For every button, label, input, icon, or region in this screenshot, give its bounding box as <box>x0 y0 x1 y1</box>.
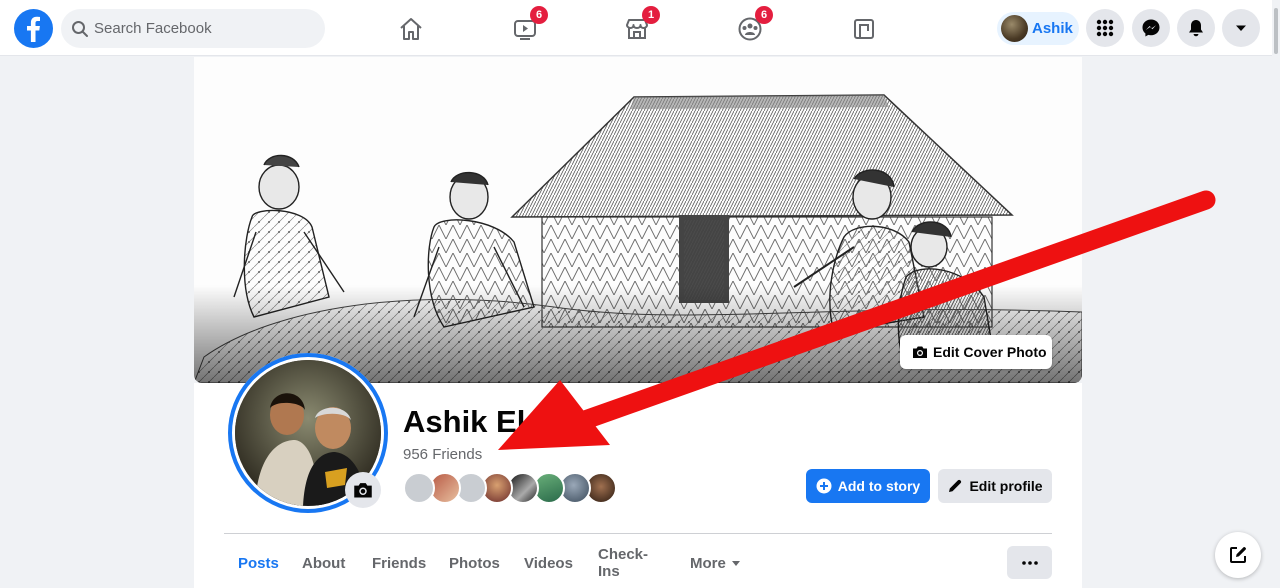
caret-down-icon <box>1236 25 1246 31</box>
nav-groups-button[interactable]: 6 <box>733 6 773 46</box>
tab-friends[interactable]: Friends <box>372 546 426 580</box>
caret-down-icon <box>731 560 740 566</box>
add-to-story-label: Add to story <box>837 478 921 494</box>
nav-marketplace-button[interactable]: 1 <box>620 6 660 46</box>
menu-button[interactable] <box>1086 9 1124 47</box>
header-divider <box>224 533 1052 534</box>
tab-check-ins[interactable]: Check-Ins <box>598 546 648 580</box>
nav-watch-button[interactable]: 6 <box>508 6 548 46</box>
profile-shortcut[interactable]: Ashik <box>997 12 1079 45</box>
account-dropdown-button[interactable] <box>1222 9 1260 47</box>
edit-profile-button[interactable]: Edit profile <box>938 469 1052 503</box>
scrollbar-thumb[interactable] <box>1274 8 1278 54</box>
edit-cover-photo-button[interactable]: Edit Cover Photo <box>900 335 1052 369</box>
plus-circle-icon <box>816 478 832 494</box>
page-scrollbar[interactable] <box>1272 0 1280 588</box>
notifications-button[interactable] <box>1177 9 1215 47</box>
tab-posts[interactable]: Posts <box>238 546 279 580</box>
bell-icon <box>1189 20 1203 37</box>
edit-cover-photo-label: Edit Cover Photo <box>933 344 1047 360</box>
top-navigation-bar: Search Facebook 6 1 6 Ashik <box>0 0 1280 56</box>
friends-count-link[interactable]: 956 Friends <box>403 446 482 463</box>
home-icon <box>400 18 422 40</box>
messenger-button[interactable] <box>1132 9 1170 47</box>
tab-more[interactable]: More <box>690 546 740 580</box>
facebook-logo-icon[interactable] <box>14 9 53 48</box>
search-input[interactable]: Search Facebook <box>94 20 212 37</box>
tab-videos[interactable]: Videos <box>524 546 573 580</box>
gaming-icon <box>854 19 874 39</box>
nav-gaming-button[interactable] <box>847 12 881 46</box>
marketplace-badge: 1 <box>642 6 660 24</box>
friend-avatar[interactable] <box>403 472 435 504</box>
groups-badge: 6 <box>755 6 773 24</box>
profile-name: Ashik Elal <box>403 404 552 439</box>
more-dots-icon <box>1021 560 1038 565</box>
camera-icon <box>354 483 372 498</box>
pencil-icon <box>949 479 962 492</box>
compose-icon <box>1230 547 1246 563</box>
grid-menu-icon <box>1096 19 1114 37</box>
watch-badge: 6 <box>530 6 548 24</box>
search-icon <box>72 21 88 37</box>
edit-profile-label: Edit profile <box>969 478 1043 494</box>
more-options-button[interactable] <box>1007 546 1052 579</box>
messenger-icon <box>1142 19 1160 37</box>
tab-photos[interactable]: Photos <box>449 546 500 580</box>
tab-about[interactable]: About <box>302 546 345 580</box>
profile-shortcut-label: Ashik <box>1032 20 1073 37</box>
add-to-story-button[interactable]: Add to story <box>806 469 930 503</box>
avatar <box>1001 15 1028 42</box>
new-message-button[interactable] <box>1215 532 1261 578</box>
search-bar[interactable]: Search Facebook <box>61 9 325 48</box>
nav-home-button[interactable] <box>394 12 428 46</box>
camera-icon <box>913 346 927 358</box>
update-profile-picture-button[interactable] <box>345 472 381 508</box>
